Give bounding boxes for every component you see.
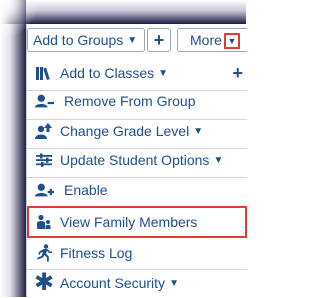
backdrop-shadow-left [0,0,26,297]
menu-item-add-to-classes[interactable]: Add to Classes ▼ [27,58,247,88]
user-plus-icon [34,180,54,200]
menu-item-label: Account Security [60,275,166,291]
running-icon [34,243,54,263]
menu-item-fitness-log[interactable]: Fitness Log [27,238,247,268]
menu-item-label: Enable [64,182,108,198]
add-class-plus-button[interactable]: + [232,63,243,84]
user-minus-icon [34,91,54,111]
menu-item-label: Remove From Group [64,93,196,109]
add-to-groups-button[interactable]: Add to Groups ▼ [27,28,145,52]
menu-item-account-security[interactable]: ✱ Account Security ▼ [27,268,247,298]
chevron-down-icon: ▼ [213,154,224,166]
menu-item-label: Change Grade Level [60,123,190,139]
actions-menu: Add to Groups ▼ + More ▼ Add to Classes … [26,24,247,297]
menu-item-update-student-options[interactable]: Update Student Options ▼ [27,145,247,175]
books-icon [34,63,54,83]
menu-item-label: View Family Members [60,214,198,230]
asterisk-icon: ✱ [33,269,55,296]
toolbar-row: Add to Groups ▼ + More ▼ [27,28,247,54]
family-icon [34,212,54,232]
menu-item-change-grade-level[interactable]: Change Grade Level ▼ [27,116,247,146]
users-up-icon [34,121,54,141]
sliders-icon [34,150,54,170]
plus-icon: + [153,29,165,50]
menu-item-view-family-members[interactable]: View Family Members [27,207,247,237]
menu-item-enable[interactable]: Enable [27,175,247,205]
menu-item-remove-from-group[interactable]: Remove From Group [27,86,247,116]
more-button[interactable]: More ▼ [177,28,247,52]
chevron-down-icon: ▼ [193,125,204,137]
chevron-down-icon: ▼ [169,277,179,289]
menu-item-label: Fitness Log [60,245,133,261]
more-chevron-down-icon[interactable]: ▼ [224,33,240,49]
menu-item-label: Update Student Options [60,152,210,168]
add-group-button[interactable]: + [147,28,171,52]
chevron-down-icon: ▼ [158,67,169,79]
more-label: More [190,32,222,48]
menu-item-label: Add to Classes [60,65,155,81]
add-to-groups-label: Add to Groups [33,32,124,48]
chevron-down-icon: ▼ [127,34,138,46]
